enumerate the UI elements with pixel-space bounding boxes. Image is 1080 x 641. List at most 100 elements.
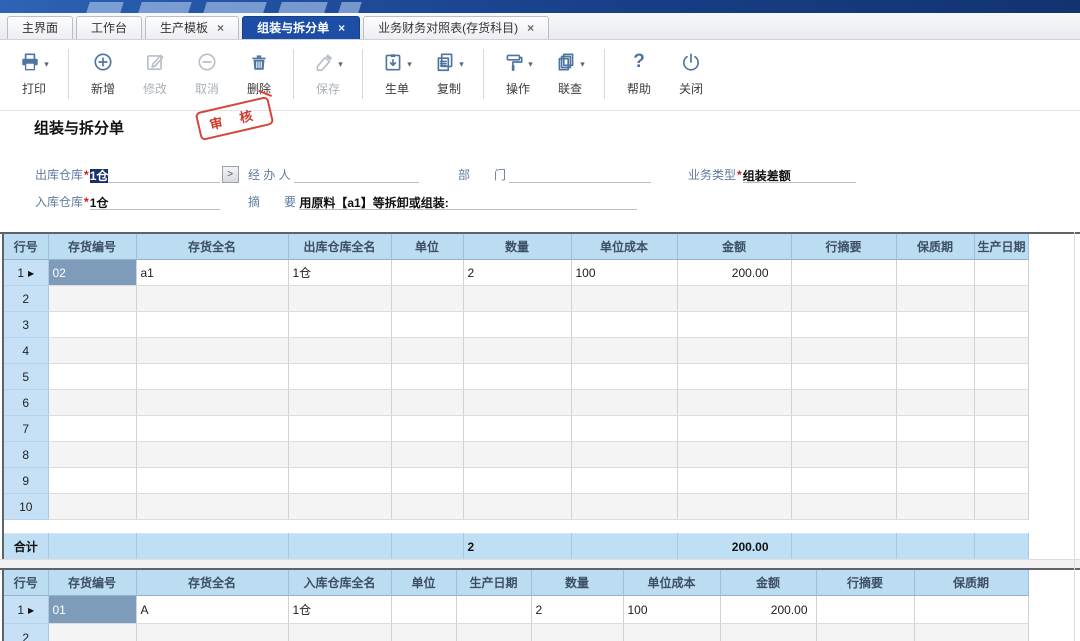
cell[interactable]	[463, 442, 571, 468]
cell[interactable]: 1仓	[288, 260, 391, 286]
column-header-0[interactable]: 行号	[4, 570, 48, 596]
cell[interactable]	[571, 338, 677, 364]
cell[interactable]	[896, 390, 974, 416]
cell[interactable]	[974, 416, 1028, 442]
cell[interactable]	[791, 364, 896, 390]
cell[interactable]	[391, 416, 463, 442]
tab-close-icon[interactable]: ×	[338, 22, 345, 34]
generate-doc-button[interactable]: ▾生单	[371, 47, 423, 97]
cell[interactable]	[974, 442, 1028, 468]
row-number[interactable]: 5	[4, 364, 48, 390]
cell[interactable]	[896, 338, 974, 364]
cell[interactable]	[391, 286, 463, 312]
cell[interactable]	[48, 494, 136, 520]
column-header-3[interactable]: 出库仓库全名	[288, 234, 391, 260]
column-header-8[interactable]: 行摘要	[791, 234, 896, 260]
cell[interactable]	[571, 312, 677, 338]
column-header-8[interactable]: 金额	[720, 570, 816, 596]
cell[interactable]	[391, 596, 456, 624]
cell[interactable]	[571, 286, 677, 312]
cell[interactable]	[791, 494, 896, 520]
cell[interactable]	[974, 286, 1028, 312]
operate-button[interactable]: ▾操作	[492, 47, 544, 97]
cell[interactable]	[288, 286, 391, 312]
row-number[interactable]: 1▶	[4, 596, 48, 624]
cell[interactable]	[791, 260, 896, 286]
tab-1[interactable]: 工作台	[76, 16, 142, 39]
cell[interactable]	[571, 390, 677, 416]
cell[interactable]	[463, 312, 571, 338]
help-button[interactable]: ?帮助	[613, 47, 665, 97]
business-type-input[interactable]: 组装差额	[743, 167, 856, 183]
cell[interactable]	[48, 286, 136, 312]
cell[interactable]	[571, 416, 677, 442]
close-button[interactable]: 关闭	[665, 47, 717, 97]
column-header-4[interactable]: 单位	[391, 570, 456, 596]
cell[interactable]	[48, 468, 136, 494]
cell[interactable]	[456, 624, 531, 641]
cell[interactable]	[391, 338, 463, 364]
cell[interactable]	[288, 338, 391, 364]
cell[interactable]	[136, 416, 288, 442]
column-header-5[interactable]: 生产日期	[456, 570, 531, 596]
cell[interactable]	[391, 312, 463, 338]
row-number[interactable]: 3	[4, 312, 48, 338]
column-header-9[interactable]: 行摘要	[816, 570, 914, 596]
cell[interactable]	[896, 312, 974, 338]
cell[interactable]	[974, 338, 1028, 364]
cell[interactable]	[896, 442, 974, 468]
cell[interactable]	[288, 390, 391, 416]
cell[interactable]	[463, 286, 571, 312]
cell[interactable]	[677, 390, 791, 416]
cell[interactable]	[791, 338, 896, 364]
cell[interactable]	[48, 338, 136, 364]
cell[interactable]	[391, 364, 463, 390]
cell[interactable]	[48, 416, 136, 442]
row-number[interactable]: 10	[4, 494, 48, 520]
column-header-3[interactable]: 入库仓库全名	[288, 570, 391, 596]
column-header-6[interactable]: 单位成本	[571, 234, 677, 260]
cell[interactable]	[136, 364, 288, 390]
cell[interactable]	[791, 390, 896, 416]
cell[interactable]: 1仓	[288, 596, 391, 624]
column-header-0[interactable]: 行号	[4, 234, 48, 260]
cell[interactable]	[136, 624, 288, 641]
cell[interactable]	[571, 364, 677, 390]
cell[interactable]	[463, 494, 571, 520]
link-query-button[interactable]: ▾联查	[544, 47, 596, 97]
horizontal-scrollbar[interactable]	[0, 559, 1080, 568]
tab-close-icon[interactable]: ×	[217, 22, 224, 34]
column-header-6[interactable]: 数量	[531, 570, 623, 596]
cell[interactable]	[463, 338, 571, 364]
column-header-7[interactable]: 金额	[677, 234, 791, 260]
cell[interactable]	[531, 624, 623, 641]
cell[interactable]	[896, 364, 974, 390]
cell[interactable]: 100	[571, 260, 677, 286]
cell[interactable]	[48, 624, 136, 641]
column-header-2[interactable]: 存货全名	[136, 234, 288, 260]
cell[interactable]	[791, 442, 896, 468]
copy-button[interactable]: ▾复制	[423, 47, 475, 97]
cell[interactable]	[136, 390, 288, 416]
row-number[interactable]: 2	[4, 286, 48, 312]
cell[interactable]: a1	[136, 260, 288, 286]
browse-button[interactable]: >	[222, 166, 239, 183]
row-number[interactable]: 1▶	[4, 260, 48, 286]
cell[interactable]	[48, 364, 136, 390]
cell[interactable]	[791, 416, 896, 442]
cell[interactable]	[463, 468, 571, 494]
tab-2[interactable]: 生产模板×	[145, 16, 239, 39]
dropdown-caret-icon[interactable]: ▾	[338, 60, 343, 70]
cell[interactable]	[974, 468, 1028, 494]
column-header-2[interactable]: 存货全名	[136, 570, 288, 596]
cell[interactable]	[791, 312, 896, 338]
cell[interactable]	[48, 390, 136, 416]
out-warehouse-input[interactable]: 1仓	[90, 167, 220, 183]
column-header-1[interactable]: 存货编号	[48, 570, 136, 596]
memo-input[interactable]: 用原料【a1】等拆卸或组装:	[299, 194, 637, 210]
cell[interactable]: 01	[48, 596, 136, 624]
cell[interactable]	[463, 416, 571, 442]
cell[interactable]	[974, 364, 1028, 390]
cell[interactable]	[391, 494, 463, 520]
cell[interactable]	[288, 468, 391, 494]
